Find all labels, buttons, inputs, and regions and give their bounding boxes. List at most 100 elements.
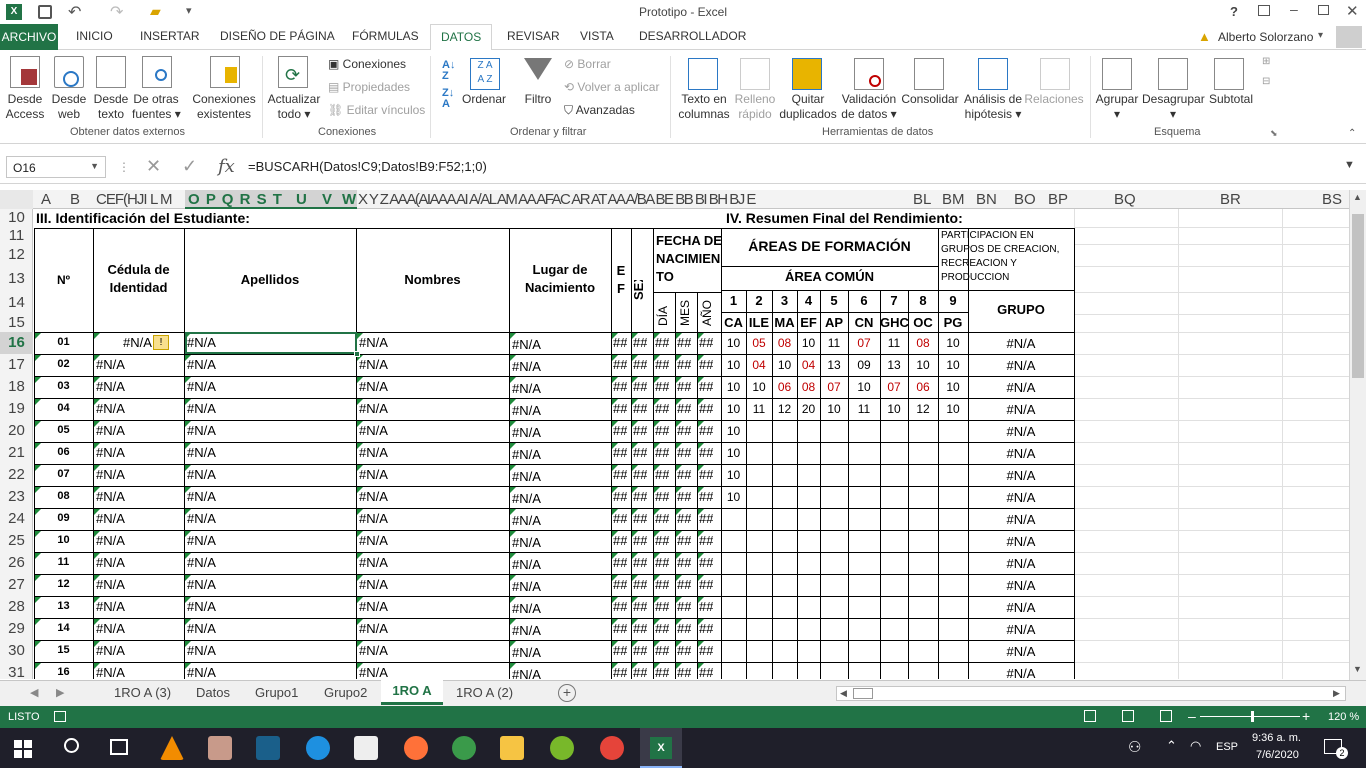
row-header[interactable]: 18 xyxy=(0,376,33,398)
cell-lugar[interactable]: #N/A xyxy=(512,447,541,462)
desde-access-button[interactable]: Desde Access xyxy=(4,92,46,122)
tab-vista[interactable]: VISTA xyxy=(580,29,614,43)
row-header[interactable]: 14 xyxy=(0,292,33,314)
tab-archivo[interactable]: ARCHIVO xyxy=(0,24,58,50)
cell-cedula[interactable]: #N/A xyxy=(96,511,125,526)
actualizar-todo-button[interactable]: Actualizar todo ▾ xyxy=(266,92,322,122)
firefox-icon[interactable] xyxy=(404,736,428,760)
insert-function-icon[interactable]: fx xyxy=(218,156,235,177)
propiedades-button[interactable]: ▤ Propiedades xyxy=(328,80,410,95)
cell-apellidos[interactable]: #N/A xyxy=(187,489,216,504)
avanzadas-button[interactable]: ⛉ Avanzadas xyxy=(564,103,635,118)
conexiones-existentes-button[interactable]: Conexiones existentes xyxy=(190,92,258,122)
cell-grade[interactable]: 10 xyxy=(721,490,746,504)
cell-grade[interactable]: 07 xyxy=(820,380,848,394)
cell-grupo[interactable]: #N/A xyxy=(968,358,1074,373)
tab-inicio[interactable]: INICIO xyxy=(76,29,113,43)
column-header[interactable]: O P Q R S T xyxy=(188,191,283,208)
page-layout-view-icon[interactable] xyxy=(1122,710,1134,722)
cell-apellidos[interactable]: #N/A xyxy=(187,423,216,438)
cell-lugar[interactable]: #N/A xyxy=(512,557,541,572)
app-icon[interactable] xyxy=(208,736,232,760)
cell-grade[interactable]: 10 xyxy=(797,336,820,350)
tab-datos[interactable]: DATOS xyxy=(430,24,493,51)
cell-apellidos[interactable]: #N/A xyxy=(187,643,216,658)
cell-grade[interactable]: 13 xyxy=(880,358,908,372)
cell-grade[interactable]: 10 xyxy=(721,446,746,460)
expand-formula-bar-icon[interactable]: ▼ xyxy=(1344,159,1355,171)
row-header[interactable]: 21 xyxy=(0,442,33,464)
sheet-tab[interactable]: Grupo2 xyxy=(324,685,367,700)
cell-lugar[interactable]: #N/A xyxy=(512,425,541,440)
next-sheet-icon[interactable]: ▶ xyxy=(56,686,64,699)
cancel-icon[interactable]: ✕ xyxy=(146,156,161,177)
add-sheet-icon[interactable]: + xyxy=(558,684,576,702)
cell-apellidos[interactable]: #N/A xyxy=(187,621,216,636)
cell-grupo[interactable]: #N/A xyxy=(968,622,1074,637)
user-menu-chevron-icon[interactable]: ▾ xyxy=(1318,30,1323,41)
column-header[interactable]: BR xyxy=(1220,191,1241,208)
utorrent-icon[interactable] xyxy=(550,736,574,760)
sheet-tab[interactable]: 1RO A (2) xyxy=(456,685,513,700)
cell-lugar[interactable]: #N/A xyxy=(512,469,541,484)
cell-grade[interactable]: 10 xyxy=(721,424,746,438)
cell-lugar[interactable]: #N/A xyxy=(512,403,541,418)
column-header[interactable]: W xyxy=(342,191,356,208)
cell-lugar[interactable]: #N/A xyxy=(512,645,541,660)
row-header[interactable]: 24 xyxy=(0,508,33,530)
tab-formulas[interactable]: FÓRMULAS xyxy=(352,29,419,43)
cell-grade[interactable]: 04 xyxy=(746,358,772,372)
cell-cedula[interactable]: #N/A xyxy=(96,489,125,504)
windows-start-icon[interactable] xyxy=(14,740,32,758)
column-header[interactable]: V xyxy=(322,191,332,208)
cell-grade[interactable]: 11 xyxy=(880,336,908,350)
cell-grade[interactable]: 08 xyxy=(797,380,820,394)
cell-apellidos[interactable]: #N/A xyxy=(187,379,216,394)
chrome-icon[interactable] xyxy=(600,736,624,760)
cell-grupo[interactable]: #N/A xyxy=(968,512,1074,527)
cell-grade[interactable]: 10 xyxy=(848,380,880,394)
cell-apellidos[interactable]: #N/A xyxy=(187,577,216,592)
scroll-left-icon[interactable]: ◀ xyxy=(840,688,847,699)
cell-lugar[interactable]: #N/A xyxy=(512,491,541,506)
column-header[interactable]: BP xyxy=(1048,191,1068,208)
agrupar-button[interactable]: Agrupar ▾ xyxy=(1094,92,1140,122)
validacion-datos-button[interactable]: Validación de datos ▾ xyxy=(840,92,898,122)
row-header[interactable]: 10 xyxy=(0,209,33,227)
row-header[interactable]: 28 xyxy=(0,596,33,618)
analisis-hipotesis-button[interactable]: Análisis de hipótesis ▾ xyxy=(962,92,1024,122)
cell-nombres[interactable]: #N/A xyxy=(359,335,388,350)
zoom-slider[interactable] xyxy=(1200,711,1300,722)
desagrupar-button[interactable]: Desagrupar ▾ xyxy=(1142,92,1205,122)
cell-grade[interactable]: 06 xyxy=(908,380,938,394)
show-hidden-icons-icon[interactable]: ⌃ xyxy=(1166,738,1177,754)
avatar[interactable] xyxy=(1336,26,1362,48)
cell-grade[interactable]: 08 xyxy=(772,336,797,350)
cell-grade[interactable]: 12 xyxy=(908,402,938,416)
cell-apellidos[interactable]: #N/A xyxy=(187,401,216,416)
minimize-button[interactable]: – xyxy=(1290,1,1298,17)
cell-grade[interactable]: 11 xyxy=(746,402,772,416)
cell-nombres[interactable]: #N/A xyxy=(359,555,388,570)
texto-columnas-button[interactable]: Texto en columnas xyxy=(676,92,732,122)
scroll-thumb[interactable] xyxy=(1352,214,1364,378)
row-header[interactable]: 19 xyxy=(0,398,33,420)
dialog-launcher-icon[interactable]: ⬊ xyxy=(1270,128,1278,139)
row-header[interactable]: 23 xyxy=(0,486,33,508)
sort-za-icon[interactable]: Z↓ A xyxy=(442,88,454,110)
cell-grupo[interactable]: #N/A xyxy=(968,336,1074,351)
consolidar-button[interactable]: Consolidar xyxy=(900,92,960,107)
cell-grupo[interactable]: #N/A xyxy=(968,666,1074,679)
row-header[interactable]: 29 xyxy=(0,618,33,640)
cell-grupo[interactable]: #N/A xyxy=(968,468,1074,483)
cell-nombres[interactable]: #N/A xyxy=(359,599,388,614)
cell-lugar[interactable]: #N/A xyxy=(512,623,541,638)
close-button[interactable]: ✕ xyxy=(1346,2,1359,20)
cell-lugar[interactable]: #N/A xyxy=(512,513,541,528)
cell-grade[interactable]: 10 xyxy=(908,358,938,372)
cell-lugar[interactable]: #N/A xyxy=(512,667,541,679)
cell-grade[interactable]: 10 xyxy=(938,358,968,372)
selected-cell[interactable] xyxy=(185,332,357,354)
column-header[interactable]: BS xyxy=(1322,191,1342,208)
language-indicator[interactable]: ESP xyxy=(1216,741,1238,753)
